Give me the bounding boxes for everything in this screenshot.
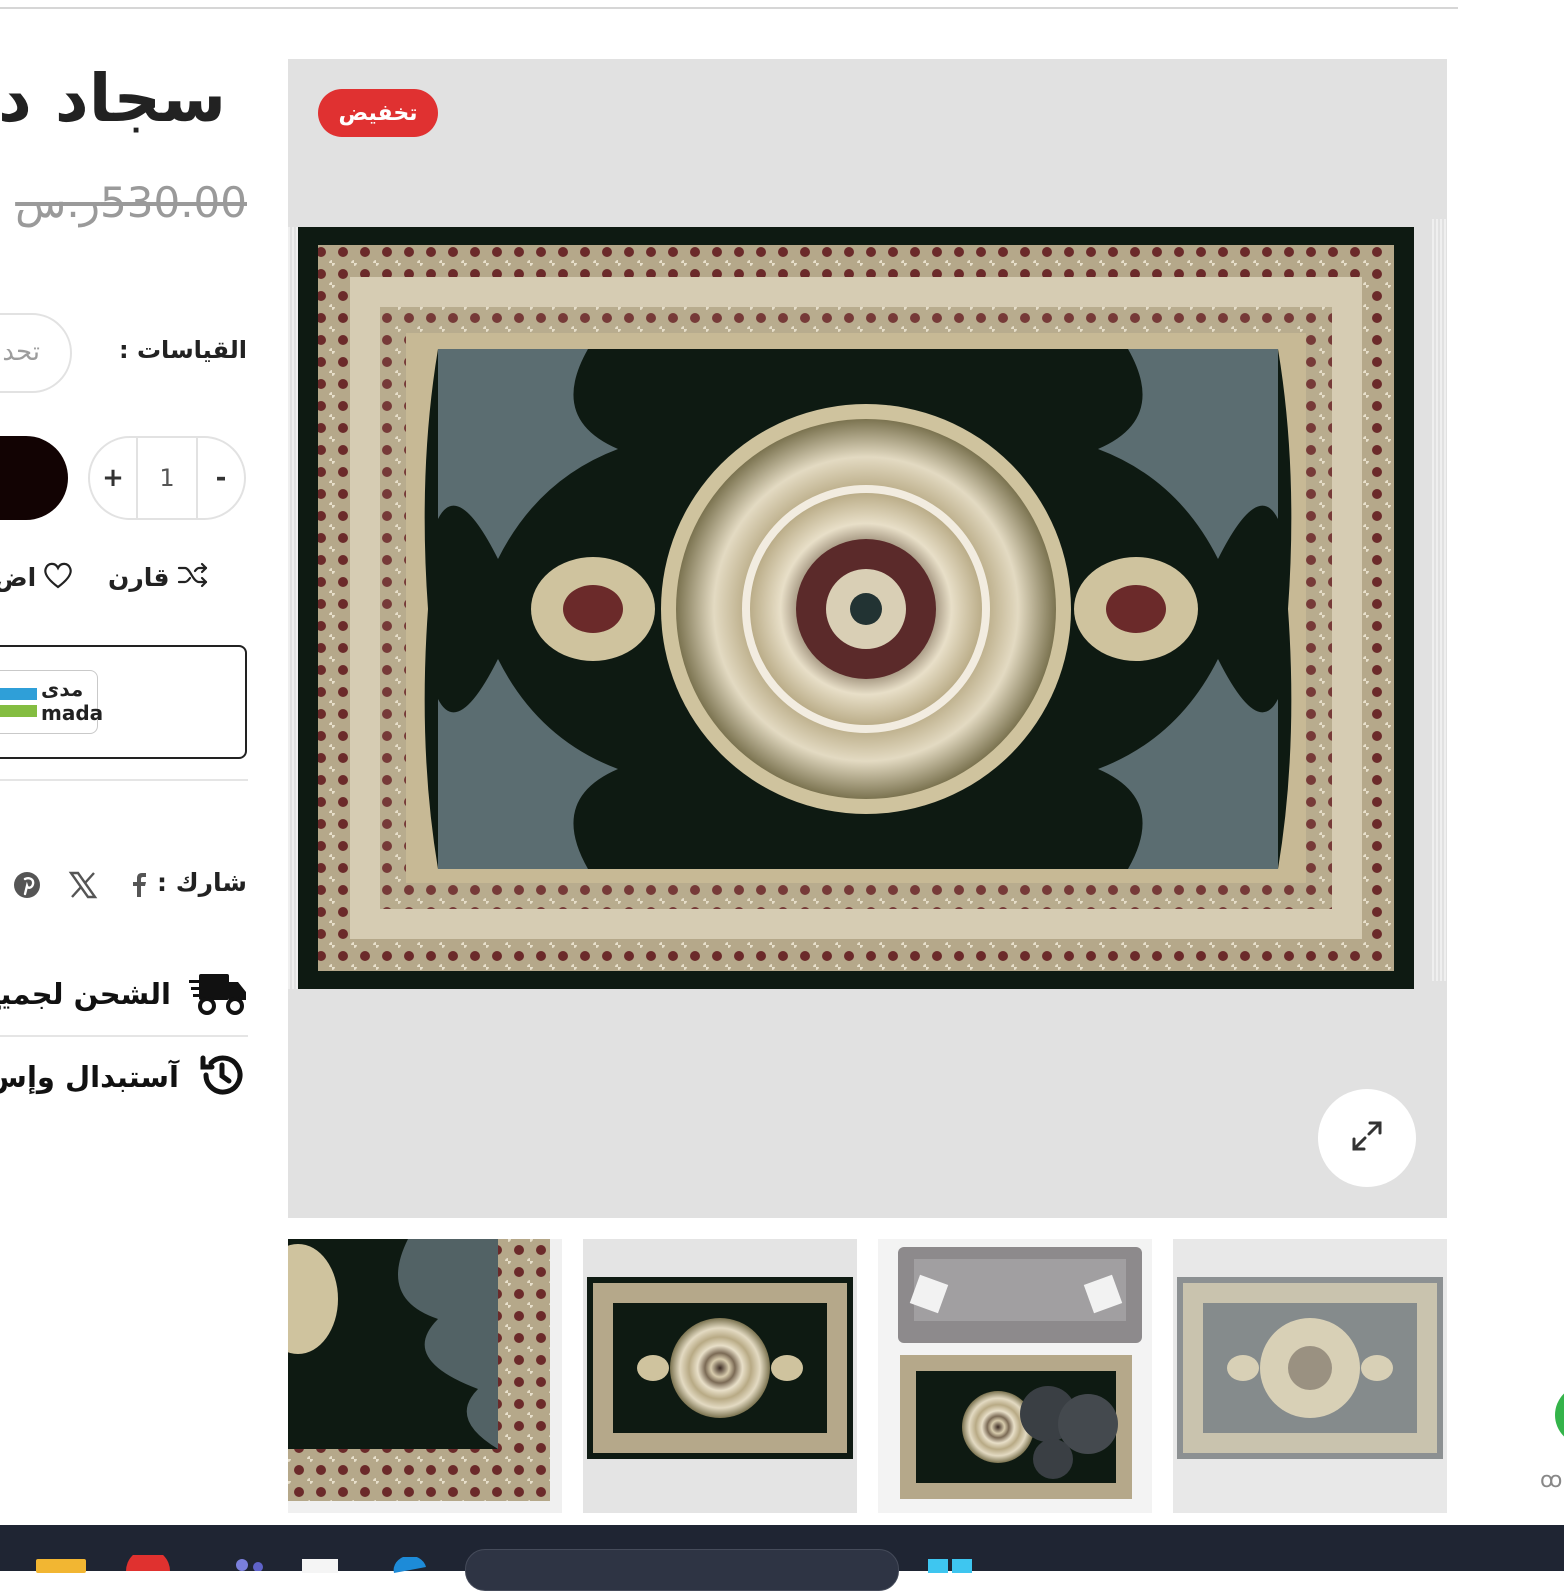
share-links [12,870,154,900]
thumbnail-strip [288,1239,1447,1513]
pinterest-icon[interactable] [12,870,42,900]
quantity-input[interactable]: 1 [136,438,198,518]
compare-button[interactable]: قارن [108,560,210,594]
shipping-feature-label: الشحن لجميع [0,977,171,1011]
size-label: القياسات : [118,336,247,364]
shipping-feature: الشحن لجميع [0,968,247,1020]
chat-float-icon[interactable]: ꝏ [1540,1468,1562,1493]
expand-image-button[interactable] [1318,1089,1416,1187]
heart-icon [42,560,74,594]
file-explorer-icon[interactable] [34,1557,88,1577]
product-info-panel: سجاد د 530.00ر.س القياسات : تحد + 1 - قا… [0,0,250,1120]
sale-badge: تخفيض [318,89,438,137]
history-icon [197,1050,247,1104]
shipping-truck-icon [189,968,247,1020]
share-label: شارك : [157,868,247,897]
thumbnail-rug-corner[interactable] [288,1239,562,1513]
notepad-icon[interactable] [300,1557,340,1577]
quantity-increase-button[interactable]: + [90,463,136,493]
windows-start-icon[interactable] [926,1557,974,1577]
whatsapp-float-button[interactable] [1555,1385,1564,1445]
size-select[interactable]: تحد [0,313,72,393]
edge-icon[interactable] [390,1555,430,1577]
mada-logo: مدى mada [0,670,103,734]
x-icon[interactable] [68,870,98,900]
thumbnail-rug-full[interactable] [583,1239,857,1513]
expand-icon [1350,1119,1384,1157]
taskbar-search[interactable] [465,1549,899,1591]
product-main-image[interactable]: تخفيض [288,59,1447,1218]
shuffle-icon [176,560,210,594]
thumbnail-room-scene[interactable] [878,1239,1152,1513]
exchange-feature-label: آستبدال وإس [0,1060,179,1094]
divider [0,779,248,781]
wishlist-label: اض [0,562,37,592]
size-select-placeholder: تحد [2,337,40,367]
product-title: سجاد د [0,60,226,137]
divider [0,1035,248,1037]
add-to-cart-button[interactable] [0,436,68,520]
wishlist-button[interactable]: اض [0,560,74,594]
facebook-icon[interactable] [124,870,154,900]
thumbnail-grey-variant[interactable] [1173,1239,1447,1513]
old-price: 530.00ر.س [15,178,247,227]
rug-image [288,219,1446,989]
teams-icon[interactable] [228,1555,268,1575]
quantity-stepper: + 1 - [88,436,246,520]
quantity-decrease-button[interactable]: - [198,463,244,493]
browser-icon[interactable] [122,1549,174,1575]
exchange-feature: آستبدال وإس [0,1050,247,1104]
compare-label: قارن [108,562,170,592]
os-taskbar [0,1525,1564,1591]
